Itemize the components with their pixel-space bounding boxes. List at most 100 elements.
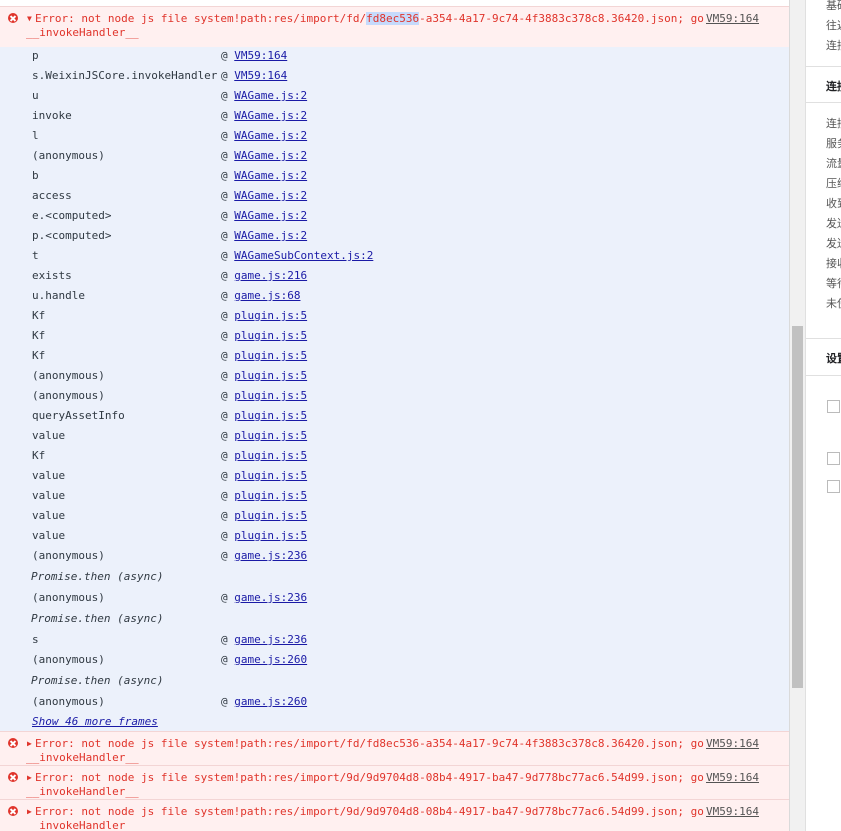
error-icon <box>8 13 18 23</box>
expand-triangle-icon[interactable]: ▼ <box>27 14 32 23</box>
frame-function: (anonymous) <box>32 369 105 382</box>
error-source-link[interactable]: VM59:164 <box>706 12 759 25</box>
stack-frame: value @ plugin.js:5 <box>0 429 789 449</box>
frame-function: e.<computed> <box>32 209 112 222</box>
frame-function: Kf <box>32 309 46 322</box>
frame-function: (anonymous) <box>32 549 105 562</box>
frame-source-link[interactable]: WAGame.js:2 <box>234 189 307 202</box>
frame-source-link[interactable]: plugin.js:5 <box>234 349 307 362</box>
expand-triangle-icon[interactable]: ▶ <box>27 739 32 748</box>
side-panel-item: 压缩 <box>826 177 841 190</box>
search-highlight: fd8ec536 <box>366 12 420 25</box>
side-panel: 基础往返连接连接连接服务流量压缩收到发送发送接收等待未使设置 <box>805 0 841 831</box>
expand-triangle-icon[interactable]: ▶ <box>27 773 32 782</box>
side-panel-section-title[interactable]: 连接 <box>826 78 841 94</box>
settings-checkbox[interactable] <box>827 400 840 413</box>
frame-location: @ WAGame.js:2 <box>221 149 308 162</box>
frame-function: value <box>32 429 66 442</box>
frame-location: @ WAGame.js:2 <box>221 89 308 102</box>
frame-source-link[interactable]: plugin.js:5 <box>234 509 307 522</box>
stack-frame: value @ plugin.js:5 <box>0 489 789 509</box>
frame-source-link[interactable]: plugin.js:5 <box>234 529 307 542</box>
error-entry-collapsed: ▶ Error: not node js file system!path:res… <box>0 799 789 831</box>
frame-source-link[interactable]: plugin.js:5 <box>234 469 307 482</box>
error-message[interactable]: Error: not node js file system!path:res/… <box>35 12 704 25</box>
frame-function: value <box>32 489 66 502</box>
side-panel-section-title[interactable]: 设置 <box>826 350 841 366</box>
frame-location: @ VM59:164 <box>221 49 288 62</box>
frame-source-link[interactable]: WAGame.js:2 <box>234 89 307 102</box>
frame-source-link[interactable]: VM59:164 <box>234 49 287 62</box>
error-source-link[interactable]: VM59:164 <box>706 771 759 784</box>
frame-source-link[interactable]: game.js:236 <box>234 549 307 562</box>
frame-source-link[interactable]: plugin.js:5 <box>234 309 307 322</box>
error-message[interactable]: Error: not node js file system!path:res/… <box>35 737 704 750</box>
stack-frame: s @ game.js:236 <box>0 633 789 653</box>
frame-function: u <box>32 89 39 102</box>
frame-function: value <box>32 469 66 482</box>
previous-log-text <box>26 0 176 2</box>
frame-source-link[interactable]: plugin.js:5 <box>234 409 307 422</box>
frame-source-link[interactable]: game.js:236 <box>234 633 307 646</box>
stack-frame: p.<computed> @ WAGame.js:2 <box>0 229 789 249</box>
frame-location: @ WAGame.js:2 <box>221 129 308 142</box>
frame-source-link[interactable]: WAGame.js:2 <box>234 229 307 242</box>
frame-function: b <box>32 169 39 182</box>
frame-source-link[interactable]: WAGame.js:2 <box>234 109 307 122</box>
frame-function: t <box>32 249 39 262</box>
expand-triangle-icon[interactable]: ▶ <box>27 807 32 816</box>
side-panel-item: 等待 <box>826 277 841 290</box>
error-message[interactable]: Error: not node js file system!path:res/… <box>35 805 704 818</box>
settings-checkbox[interactable] <box>827 452 840 465</box>
frame-source-link[interactable]: game.js:260 <box>234 695 307 708</box>
frame-location: @ game.js:236 <box>221 549 308 562</box>
frame-function: (anonymous) <box>32 591 105 604</box>
frame-source-link[interactable]: WAGame.js:2 <box>234 169 307 182</box>
error-message[interactable]: Error: not node js file system!path:res/… <box>35 771 704 784</box>
frame-source-link[interactable]: plugin.js:5 <box>234 429 307 442</box>
stack-frame: l @ WAGame.js:2 <box>0 129 789 149</box>
frame-source-link[interactable]: plugin.js:5 <box>234 329 307 342</box>
error-source-link[interactable]: VM59:164 <box>706 805 759 818</box>
frame-function: p.<computed> <box>32 229 112 242</box>
error-icon <box>8 772 18 782</box>
frame-function: p <box>32 49 39 62</box>
console-scrollbar[interactable] <box>789 0 806 831</box>
frame-source-link[interactable]: game.js:236 <box>234 591 307 604</box>
frame-location: @ game.js:68 <box>221 289 301 302</box>
frame-location: @ plugin.js:5 <box>221 409 308 422</box>
stack-frame: b @ WAGame.js:2 <box>0 169 789 189</box>
frame-function: Kf <box>32 329 46 342</box>
frame-location: @ plugin.js:5 <box>221 389 308 402</box>
stack-frame: (anonymous) @ plugin.js:5 <box>0 369 789 389</box>
frame-function: queryAssetInfo <box>32 409 125 422</box>
frame-source-link[interactable]: WAGame.js:2 <box>234 129 307 142</box>
previous-log-source[interactable] <box>689 0 759 2</box>
frame-source-link[interactable]: plugin.js:5 <box>234 369 307 382</box>
frame-source-link[interactable]: game.js:260 <box>234 653 307 666</box>
stack-frame: (anonymous) @ game.js:236 <box>0 549 789 569</box>
side-panel-divider <box>806 375 841 376</box>
side-panel-item: 服务 <box>826 137 841 150</box>
frame-source-link[interactable]: plugin.js:5 <box>234 449 307 462</box>
frame-source-link[interactable]: VM59:164 <box>234 69 287 82</box>
frame-location: @ game.js:260 <box>221 653 308 666</box>
error-source-link[interactable]: VM59:164 <box>706 737 759 750</box>
frame-function: (anonymous) <box>32 149 105 162</box>
frame-source-link[interactable]: game.js:216 <box>234 269 307 282</box>
show-more-frames-link[interactable]: Show 46 more frames <box>32 715 158 728</box>
async-separator: Promise.then (async) <box>31 674 164 687</box>
settings-checkbox[interactable] <box>827 480 840 493</box>
error-handler: __invokeHandler__ <box>26 26 139 39</box>
scrollbar-thumb[interactable] <box>792 326 803 688</box>
frame-function: s.WeixinJSCore.invokeHandler <box>32 69 218 82</box>
frame-source-link[interactable]: game.js:68 <box>234 289 300 302</box>
stack-frame: Kf @ plugin.js:5 <box>0 449 789 469</box>
side-panel-item: 发送 <box>826 237 841 250</box>
frame-source-link[interactable]: WAGame.js:2 <box>234 209 307 222</box>
frame-source-link[interactable]: WAGameSubContext.js:2 <box>234 249 373 262</box>
stack-trace: p @ VM59:164 s.WeixinJSCore.invokeHandler @… <box>0 47 789 733</box>
frame-source-link[interactable]: plugin.js:5 <box>234 389 307 402</box>
frame-source-link[interactable]: WAGame.js:2 <box>234 149 307 162</box>
frame-source-link[interactable]: plugin.js:5 <box>234 489 307 502</box>
